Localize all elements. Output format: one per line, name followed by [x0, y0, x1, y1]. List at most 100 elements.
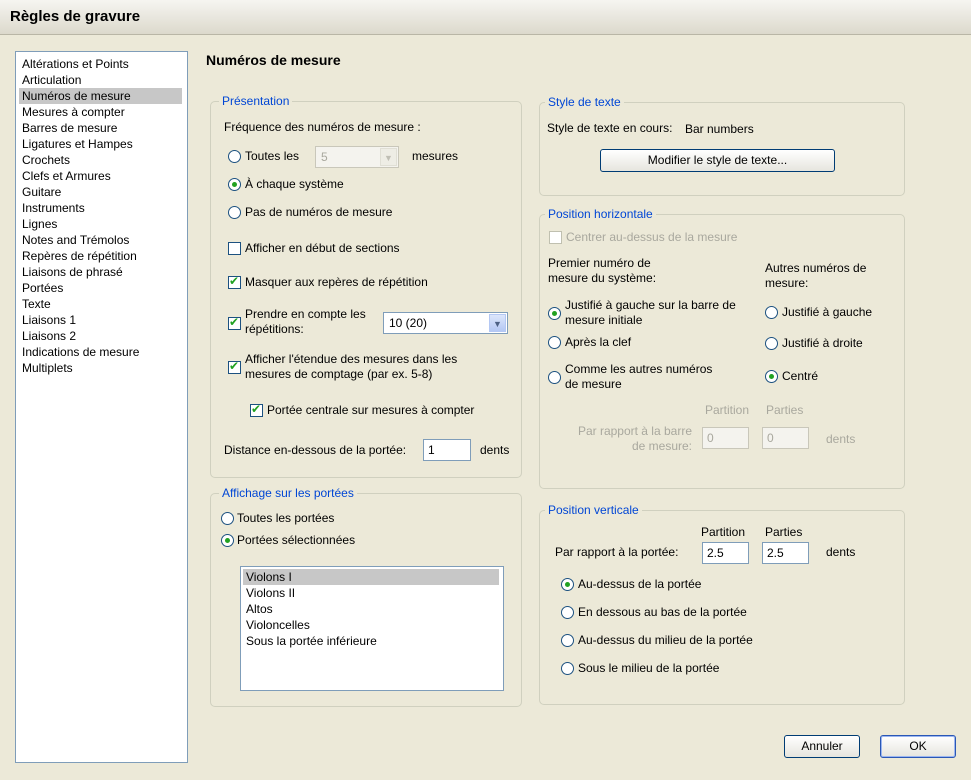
ok-button[interactable]: OK [880, 735, 956, 758]
first-after-clef-label: Après la clef [565, 335, 632, 349]
category-item[interactable]: Liaisons de phrasé [19, 264, 182, 280]
text-style-legend: Style de texte [545, 95, 624, 109]
count-repeats-value: 10 (20) [389, 316, 428, 330]
every-n-combo[interactable]: 5 ▼ [315, 146, 399, 168]
window-title: Règles de gravure [10, 8, 141, 25]
other-numbers-header-2: mesure: [765, 276, 809, 290]
vertical-score-input[interactable] [702, 542, 749, 564]
horizontal-position-legend: Position horizontale [545, 207, 656, 221]
horizontal-relative-label-1: Par rapport à la barre [577, 424, 692, 438]
horizontal-relative-label-2: de mesure: [631, 439, 692, 453]
section-start-label: Afficher en début de sections [245, 241, 400, 255]
staves-listbox[interactable]: Violons I Violons II Altos Violoncelles Sous… [240, 566, 504, 691]
category-item[interactable]: Articulation [19, 72, 182, 88]
category-item[interactable]: Clefs et Armures [19, 168, 182, 184]
count-repeats-checkbox[interactable] [228, 315, 241, 330]
vertical-relative-label: Par rapport à la portée: [555, 545, 679, 559]
vertical-position-legend: Position verticale [545, 503, 642, 517]
text-style-current-value: Bar numbers [685, 122, 754, 136]
no-numbers-label: Pas de numéros de mesure [245, 205, 393, 219]
category-item[interactable]: Lignes [19, 216, 182, 232]
category-item[interactable]: Liaisons 2 [19, 328, 182, 344]
center-above-label: Centrer au-dessus de la mesure [566, 230, 738, 244]
every-n-radio[interactable] [228, 150, 241, 163]
central-staff-checkbox[interactable] [250, 402, 263, 417]
staff-list-item[interactable]: Altos [243, 601, 499, 617]
staff-list-item[interactable]: Sous la portée inférieure [243, 633, 499, 649]
horizontal-score-input[interactable] [702, 427, 749, 449]
text-style-current-label: Style de texte en cours: [547, 121, 673, 135]
category-item[interactable]: Portées [19, 280, 182, 296]
each-system-label: À chaque système [245, 177, 344, 191]
category-item[interactable]: Instruments [19, 200, 182, 216]
first-like-others-label-1: Comme les autres numéros [565, 362, 713, 376]
first-left-initial-label-2: mesure initiale [565, 313, 643, 327]
first-number-header-1: Premier numéro de [548, 256, 651, 270]
category-item[interactable]: Guitare [19, 184, 182, 200]
all-staves-radio[interactable] [221, 512, 234, 525]
other-right-label: Justifié à droite [782, 336, 863, 350]
below-middle-label: Sous le milieu de la portée [578, 661, 720, 675]
horizontal-unit: dents [826, 432, 856, 446]
vertical-parts-input[interactable] [762, 542, 809, 564]
every-n-unit: mesures [412, 149, 459, 163]
vertical-unit: dents [826, 545, 856, 559]
horizontal-parts-col: Parties [766, 403, 804, 417]
category-item[interactable]: Barres de mesure [19, 120, 182, 136]
chevron-down-icon: ▼ [489, 314, 506, 332]
selected-staves-radio[interactable] [221, 534, 234, 547]
center-above-checkbox[interactable] [549, 231, 562, 244]
category-item[interactable]: Repères de répétition [19, 248, 182, 264]
first-like-others-radio[interactable] [548, 371, 561, 384]
category-item[interactable]: Ligatures et Hampes [19, 136, 182, 152]
other-right-radio[interactable] [765, 337, 778, 350]
vertical-score-col: Partition [701, 525, 746, 539]
vertical-parts-col: Parties [765, 525, 803, 539]
other-left-radio[interactable] [765, 306, 778, 319]
above-staff-label: Au-dessus de la portée [578, 577, 702, 591]
category-item[interactable]: Multiplets [19, 360, 182, 376]
first-after-clef-radio[interactable] [548, 336, 561, 349]
first-number-header-2: mesure du système: [548, 271, 657, 285]
modify-text-style-button[interactable]: Modifier le style de texte... [600, 149, 835, 172]
all-staves-label: Toutes les portées [237, 511, 335, 525]
below-staff-radio[interactable] [561, 606, 574, 619]
below-middle-radio[interactable] [561, 662, 574, 675]
no-numbers-radio[interactable] [228, 206, 241, 219]
section-start-checkbox[interactable] [228, 242, 241, 255]
title-bar: Règles de gravure [0, 0, 971, 35]
distance-input[interactable] [423, 439, 471, 461]
category-item[interactable]: Indications de mesure [19, 344, 182, 360]
distance-label: Distance en-dessous de la portée: [224, 443, 407, 457]
category-item[interactable]: Mesures à compter [19, 104, 182, 120]
show-range-label-1: Afficher l'étendue des mesures dans les [245, 352, 458, 366]
central-staff-label: Portée centrale sur mesures à compter [267, 403, 475, 417]
count-repeats-combo[interactable]: 10 (20) ▼ [383, 312, 508, 334]
category-item[interactable]: Texte [19, 296, 182, 312]
category-item[interactable]: Crochets [19, 152, 182, 168]
chevron-down-icon: ▼ [380, 148, 397, 166]
each-system-radio[interactable] [228, 178, 241, 191]
staff-list-item[interactable]: Violons I [243, 569, 499, 585]
category-item[interactable]: Liaisons 1 [19, 312, 182, 328]
above-middle-radio[interactable] [561, 634, 574, 647]
above-staff-radio[interactable] [561, 578, 574, 591]
page-title: Numéros de mesure [206, 52, 341, 68]
hide-rehearsal-checkbox[interactable] [228, 274, 241, 289]
show-range-checkbox[interactable] [228, 359, 241, 374]
category-item[interactable]: Altérations et Points [19, 56, 182, 72]
staff-list-item[interactable]: Violoncelles [243, 617, 499, 633]
count-repeats-label-2: répétitions: [245, 322, 304, 336]
cancel-button[interactable]: Annuler [784, 735, 860, 758]
horizontal-parts-input[interactable] [762, 427, 809, 449]
count-repeats-label-1: Prendre en compte les [245, 307, 366, 321]
staff-list-item[interactable]: Violons II [243, 585, 499, 601]
category-item[interactable]: Numéros de mesure [19, 88, 182, 104]
staves-legend: Affichage sur les portées [219, 486, 357, 500]
category-item[interactable]: Notes and Trémolos [19, 232, 182, 248]
frequency-label: Fréquence des numéros de mesure : [224, 120, 421, 134]
category-list[interactable]: Altérations et Points Articulation Numéros… [15, 51, 188, 763]
other-centered-radio[interactable] [765, 370, 778, 383]
above-middle-label: Au-dessus du milieu de la portée [578, 633, 753, 647]
first-left-initial-radio[interactable] [548, 307, 561, 320]
